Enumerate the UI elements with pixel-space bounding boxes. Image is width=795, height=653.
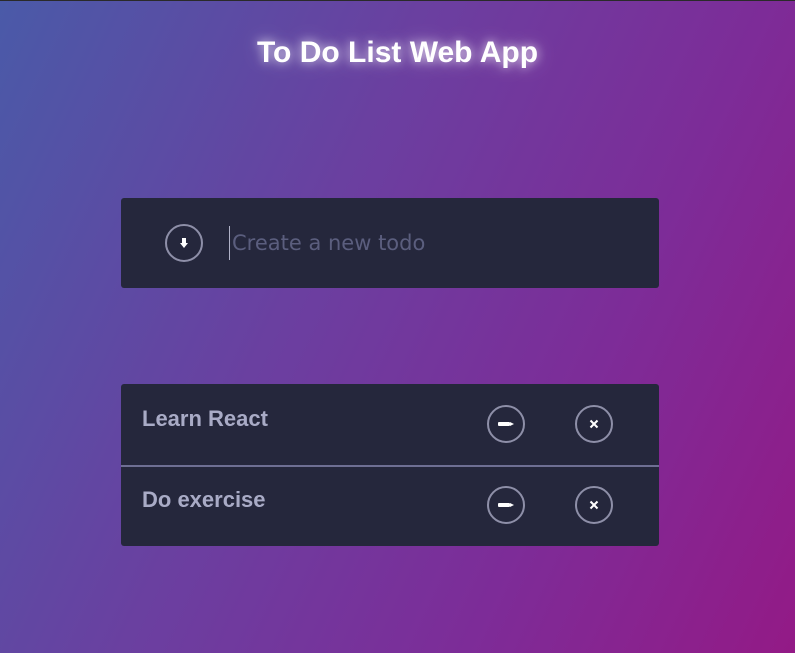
todo-item-learn-react: Learn React xyxy=(121,384,659,465)
todo-list: Learn React Do exercise xyxy=(121,384,659,546)
new-todo-input[interactable] xyxy=(229,226,629,260)
add-todo-button[interactable] xyxy=(165,224,203,262)
todo-text: Do exercise xyxy=(142,487,266,512)
arrow-down-icon xyxy=(180,238,188,248)
close-icon xyxy=(589,500,599,510)
delete-todo-button[interactable] xyxy=(575,486,613,524)
pen-icon xyxy=(498,422,514,426)
edit-todo-button[interactable] xyxy=(487,486,525,524)
todo-text: Learn React xyxy=(142,406,268,431)
new-todo-bar xyxy=(121,198,659,288)
pen-icon xyxy=(498,503,514,507)
todo-item-do-exercise: Do exercise xyxy=(121,465,659,546)
delete-todo-button[interactable] xyxy=(575,405,613,443)
close-icon xyxy=(589,419,599,429)
page-title: To Do List Web App xyxy=(256,36,539,69)
edit-todo-button[interactable] xyxy=(487,405,525,443)
